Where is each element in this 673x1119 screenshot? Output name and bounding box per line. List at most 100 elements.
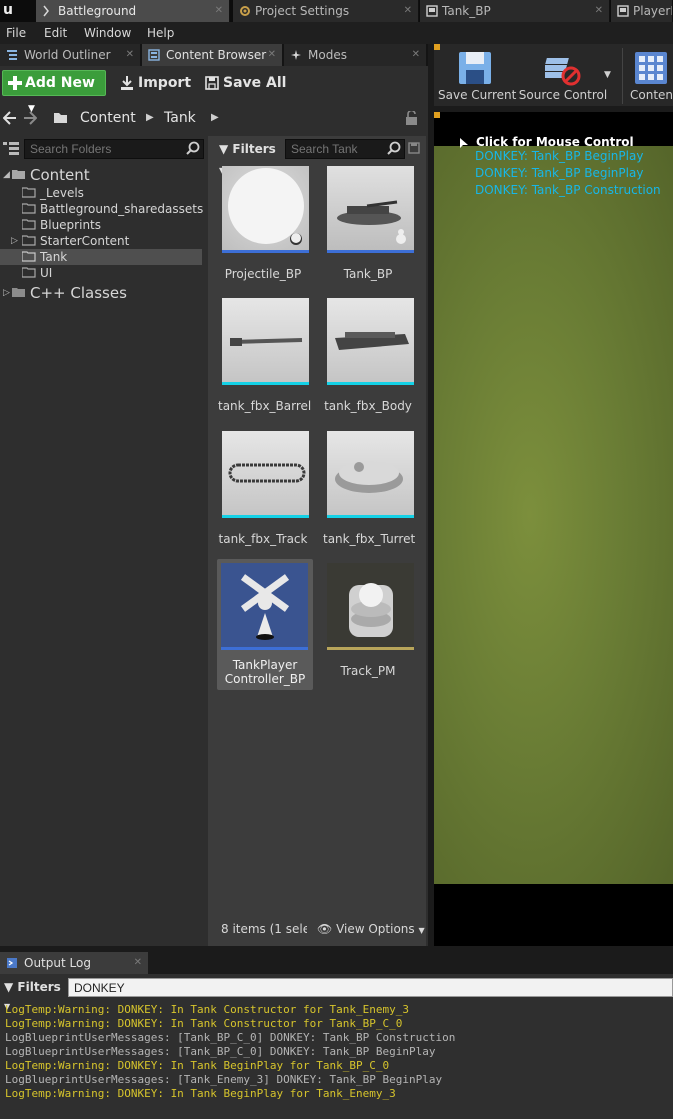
close-icon[interactable]: ✕ [215,0,223,22]
chevron-down-icon[interactable]: ▼ [604,70,611,80]
asset-tank-fbx-barrel[interactable]: tank_fbx_Barrel [218,294,311,420]
close-icon[interactable]: ✕ [126,44,134,66]
asset-type-bar [222,515,309,518]
barrel-preview-icon [230,338,303,346]
tree-item-label: C++ Classes [30,284,127,302]
tab-label: World Outliner [24,48,111,62]
asset-thumbnail [327,431,414,518]
asset-track-pm[interactable]: Track_PM [323,559,414,685]
menu-help[interactable]: Help [147,22,174,44]
folder-icon [22,235,36,246]
breadcrumb-content[interactable]: Content [80,107,136,129]
save-current-button[interactable]: Save Current [438,48,516,104]
asset-tank-fbx-turret[interactable]: tank_fbx_Turret [323,427,416,553]
asset-thumbnail [222,166,309,253]
tree-item-battleground-sharedassets[interactable]: Battleground_sharedassets [0,201,203,217]
collapse-arrow-icon[interactable]: ◢ [3,166,10,184]
doc-tab-label: PlayerI [633,4,673,18]
level-icon [43,5,49,17]
turret-preview-icon [335,461,403,493]
log-filters-button[interactable]: ▼ Filters ▼ [4,978,64,1011]
asset-tank-fbx-track[interactable]: tank_fbx_Track [218,427,309,553]
tank-body-preview-icon [335,332,409,350]
filters-label: Filters [232,142,276,156]
tab-world-outliner[interactable]: World Outliner ✕ [0,44,140,66]
import-icon [121,76,133,90]
add-new-button[interactable]: Add New ▼ [2,70,106,114]
log-search-input[interactable] [68,978,673,997]
close-icon[interactable]: ✕ [134,952,142,974]
tank-preview-icon [337,200,406,244]
import-label: Import [138,75,192,91]
folder-icon [22,267,36,278]
sphere-preview-icon [228,168,304,245]
tree-item-blueprints[interactable]: Blueprints [0,217,202,233]
search-folders-input[interactable] [24,139,204,159]
expand-arrow-icon[interactable]: ▷ [3,284,10,302]
breadcrumb-tank[interactable]: Tank [164,107,196,129]
viewport-corner-marker [434,112,440,118]
asset-projectile-bp[interactable]: Projectile_BP [218,162,309,288]
view-options-button[interactable]: 👁 View Options ▼ [317,921,425,937]
sources-panel-icon[interactable] [3,141,19,157]
asset-tankplayer-controller-bp[interactable]: TankPlayer Controller_BP [217,559,313,690]
blueprint-icon [617,5,629,17]
physical-material-preview-icon [349,583,393,637]
toolbar-button-label: Source Control [518,88,608,102]
breadcrumb-arrow-icon[interactable]: ▶ [146,107,154,129]
search-icon[interactable] [387,141,401,155]
tree-item-tank[interactable]: Tank [0,249,202,265]
tab-output-log[interactable]: Output Log ✕ [0,952,148,974]
tab-content-browser[interactable]: Content Browser ✕ [142,44,282,66]
item-count-status: 8 items (1 selecte [221,922,307,936]
tree-item-levels[interactable]: _Levels [0,185,202,201]
tree-item-ui[interactable]: UI [0,265,202,281]
unreal-logo-icon[interactable]: u [0,0,20,22]
save-all-button[interactable]: Save All [205,70,295,96]
back-arrow-icon[interactable] [3,111,17,125]
asset-type-bar [222,250,309,253]
breadcrumb-arrow-icon[interactable]: ▶ [211,107,219,129]
search-icon[interactable] [186,141,200,155]
tree-item-content[interactable]: ◢ Content [0,166,202,184]
asset-label: tank_fbx_Turret [323,532,416,546]
lock-icon[interactable] [405,111,418,125]
tab-modes[interactable]: Modes ✕ [284,44,426,66]
content-browser-icon [148,49,160,61]
import-button[interactable]: Import [120,70,200,96]
content-button[interactable]: Content [628,48,673,104]
eye-icon: 👁 [317,922,333,936]
asset-type-bar [327,515,414,518]
menu-window[interactable]: Window [84,22,131,44]
doc-tab-label: Project Settings [255,4,350,18]
tree-item-cpp-classes[interactable]: ▷ C++ Classes [0,284,202,302]
log-line: LogTemp:Warning: DONKEY: In Tank Constru… [5,1003,409,1016]
asset-tank-fbx-body[interactable]: tank_fbx_Body [323,294,414,420]
doc-tab-tank-bp[interactable]: Tank_BP ✕ [420,0,610,22]
filter-icon: ▼ [219,142,229,156]
game-viewport[interactable] [434,146,673,884]
menu-edit[interactable]: Edit [44,22,67,44]
close-icon[interactable]: ✕ [412,44,420,66]
log-line: LogTemp:Warning: DONKEY: In Tank BeginPl… [5,1059,390,1072]
asset-thumbnail [222,298,309,385]
doc-tab-project-settings[interactable]: Project Settings ✕ [233,0,419,22]
forward-arrow-icon[interactable] [23,111,37,125]
tree-item-label: Blueprints [40,218,102,232]
outliner-icon [7,50,17,60]
filters-button[interactable]: ▼ Filters ▼ [219,139,281,175]
close-icon[interactable]: ✕ [268,44,276,66]
close-icon[interactable]: ✕ [404,0,412,22]
asset-tank-bp[interactable]: Tank_BP [323,162,414,288]
doc-tab-player[interactable]: PlayerI [611,0,673,22]
tree-item-startercontent[interactable]: ▷ StarterContent [0,233,202,249]
doc-tab-battleground[interactable]: Battleground ✕ [36,0,230,22]
menu-file[interactable]: File [6,22,26,44]
save-search-icon[interactable] [408,142,420,154]
log-line: LogBlueprintUserMessages: [Tank_BP_C_0] … [5,1031,456,1044]
tab-label: Content Browser [166,48,267,62]
close-icon[interactable]: ✕ [595,0,603,22]
folder-open-icon [54,113,67,123]
expand-arrow-icon[interactable]: ▷ [11,233,18,249]
source-control-button[interactable]: Source Control [516,48,610,104]
